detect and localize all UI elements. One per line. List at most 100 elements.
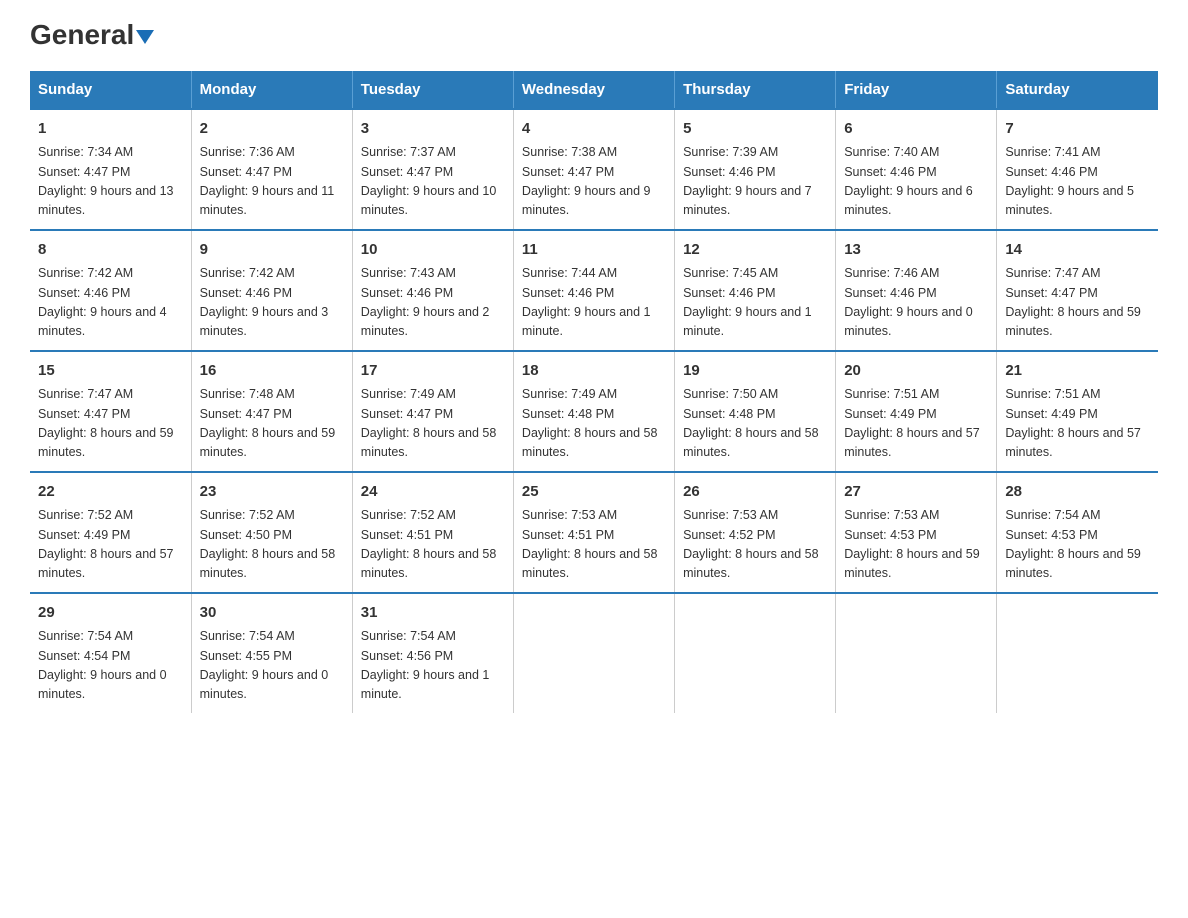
header-cell-thursday: Thursday — [675, 71, 836, 109]
day-cell: 3Sunrise: 7:37 AMSunset: 4:47 PMDaylight… — [352, 109, 513, 230]
day-cell: 17Sunrise: 7:49 AMSunset: 4:47 PMDayligh… — [352, 351, 513, 472]
day-info: Sunrise: 7:54 AMSunset: 4:53 PMDaylight:… — [1005, 506, 1150, 584]
day-cell: 11Sunrise: 7:44 AMSunset: 4:46 PMDayligh… — [513, 230, 674, 351]
day-number: 28 — [1005, 481, 1150, 504]
day-cell: 21Sunrise: 7:51 AMSunset: 4:49 PMDayligh… — [997, 351, 1158, 472]
day-number: 5 — [683, 118, 827, 141]
header-cell-wednesday: Wednesday — [513, 71, 674, 109]
day-number: 19 — [683, 360, 827, 383]
day-number: 2 — [200, 118, 344, 141]
day-info: Sunrise: 7:41 AMSunset: 4:46 PMDaylight:… — [1005, 143, 1150, 221]
day-info: Sunrise: 7:36 AMSunset: 4:47 PMDaylight:… — [200, 143, 344, 221]
logo: General — [30, 20, 154, 51]
day-info: Sunrise: 7:51 AMSunset: 4:49 PMDaylight:… — [1005, 385, 1150, 463]
day-number: 3 — [361, 118, 505, 141]
day-info: Sunrise: 7:39 AMSunset: 4:46 PMDaylight:… — [683, 143, 827, 221]
day-info: Sunrise: 7:49 AMSunset: 4:47 PMDaylight:… — [361, 385, 505, 463]
day-number: 20 — [844, 360, 988, 383]
day-cell: 20Sunrise: 7:51 AMSunset: 4:49 PMDayligh… — [836, 351, 997, 472]
day-number: 31 — [361, 602, 505, 625]
day-cell: 25Sunrise: 7:53 AMSunset: 4:51 PMDayligh… — [513, 472, 674, 593]
header-cell-friday: Friday — [836, 71, 997, 109]
day-number: 22 — [38, 481, 183, 504]
day-cell — [513, 593, 674, 713]
day-cell: 28Sunrise: 7:54 AMSunset: 4:53 PMDayligh… — [997, 472, 1158, 593]
day-info: Sunrise: 7:53 AMSunset: 4:53 PMDaylight:… — [844, 506, 988, 584]
day-cell: 12Sunrise: 7:45 AMSunset: 4:46 PMDayligh… — [675, 230, 836, 351]
week-row-3: 15Sunrise: 7:47 AMSunset: 4:47 PMDayligh… — [30, 351, 1158, 472]
day-cell: 26Sunrise: 7:53 AMSunset: 4:52 PMDayligh… — [675, 472, 836, 593]
day-number: 30 — [200, 602, 344, 625]
day-cell: 18Sunrise: 7:49 AMSunset: 4:48 PMDayligh… — [513, 351, 674, 472]
day-number: 12 — [683, 239, 827, 262]
day-cell — [997, 593, 1158, 713]
day-info: Sunrise: 7:54 AMSunset: 4:56 PMDaylight:… — [361, 627, 505, 705]
day-number: 16 — [200, 360, 344, 383]
day-info: Sunrise: 7:52 AMSunset: 4:49 PMDaylight:… — [38, 506, 183, 584]
day-cell — [675, 593, 836, 713]
day-info: Sunrise: 7:46 AMSunset: 4:46 PMDaylight:… — [844, 264, 988, 342]
day-cell: 27Sunrise: 7:53 AMSunset: 4:53 PMDayligh… — [836, 472, 997, 593]
day-number: 14 — [1005, 239, 1150, 262]
day-number: 11 — [522, 239, 666, 262]
day-info: Sunrise: 7:45 AMSunset: 4:46 PMDaylight:… — [683, 264, 827, 342]
day-number: 18 — [522, 360, 666, 383]
week-row-2: 8Sunrise: 7:42 AMSunset: 4:46 PMDaylight… — [30, 230, 1158, 351]
day-info: Sunrise: 7:42 AMSunset: 4:46 PMDaylight:… — [200, 264, 344, 342]
day-info: Sunrise: 7:47 AMSunset: 4:47 PMDaylight:… — [38, 385, 183, 463]
day-info: Sunrise: 7:54 AMSunset: 4:55 PMDaylight:… — [200, 627, 344, 705]
day-number: 24 — [361, 481, 505, 504]
day-cell: 24Sunrise: 7:52 AMSunset: 4:51 PMDayligh… — [352, 472, 513, 593]
day-cell: 15Sunrise: 7:47 AMSunset: 4:47 PMDayligh… — [30, 351, 191, 472]
day-info: Sunrise: 7:34 AMSunset: 4:47 PMDaylight:… — [38, 143, 183, 221]
day-cell: 13Sunrise: 7:46 AMSunset: 4:46 PMDayligh… — [836, 230, 997, 351]
header-cell-monday: Monday — [191, 71, 352, 109]
day-number: 23 — [200, 481, 344, 504]
day-info: Sunrise: 7:52 AMSunset: 4:51 PMDaylight:… — [361, 506, 505, 584]
day-cell: 22Sunrise: 7:52 AMSunset: 4:49 PMDayligh… — [30, 472, 191, 593]
day-cell: 1Sunrise: 7:34 AMSunset: 4:47 PMDaylight… — [30, 109, 191, 230]
day-info: Sunrise: 7:51 AMSunset: 4:49 PMDaylight:… — [844, 385, 988, 463]
day-number: 29 — [38, 602, 183, 625]
day-info: Sunrise: 7:47 AMSunset: 4:47 PMDaylight:… — [1005, 264, 1150, 342]
day-cell: 2Sunrise: 7:36 AMSunset: 4:47 PMDaylight… — [191, 109, 352, 230]
day-number: 10 — [361, 239, 505, 262]
day-info: Sunrise: 7:43 AMSunset: 4:46 PMDaylight:… — [361, 264, 505, 342]
day-info: Sunrise: 7:44 AMSunset: 4:46 PMDaylight:… — [522, 264, 666, 342]
day-cell: 8Sunrise: 7:42 AMSunset: 4:46 PMDaylight… — [30, 230, 191, 351]
day-info: Sunrise: 7:52 AMSunset: 4:50 PMDaylight:… — [200, 506, 344, 584]
day-number: 27 — [844, 481, 988, 504]
day-info: Sunrise: 7:50 AMSunset: 4:48 PMDaylight:… — [683, 385, 827, 463]
day-number: 21 — [1005, 360, 1150, 383]
day-number: 26 — [683, 481, 827, 504]
calendar-body: 1Sunrise: 7:34 AMSunset: 4:47 PMDaylight… — [30, 109, 1158, 713]
day-cell: 16Sunrise: 7:48 AMSunset: 4:47 PMDayligh… — [191, 351, 352, 472]
calendar-header: SundayMondayTuesdayWednesdayThursdayFrid… — [30, 71, 1158, 109]
day-cell: 7Sunrise: 7:41 AMSunset: 4:46 PMDaylight… — [997, 109, 1158, 230]
day-cell: 31Sunrise: 7:54 AMSunset: 4:56 PMDayligh… — [352, 593, 513, 713]
day-number: 4 — [522, 118, 666, 141]
day-cell: 4Sunrise: 7:38 AMSunset: 4:47 PMDaylight… — [513, 109, 674, 230]
day-number: 1 — [38, 118, 183, 141]
day-cell: 30Sunrise: 7:54 AMSunset: 4:55 PMDayligh… — [191, 593, 352, 713]
day-cell: 29Sunrise: 7:54 AMSunset: 4:54 PMDayligh… — [30, 593, 191, 713]
header-cell-tuesday: Tuesday — [352, 71, 513, 109]
week-row-5: 29Sunrise: 7:54 AMSunset: 4:54 PMDayligh… — [30, 593, 1158, 713]
day-cell: 10Sunrise: 7:43 AMSunset: 4:46 PMDayligh… — [352, 230, 513, 351]
week-row-4: 22Sunrise: 7:52 AMSunset: 4:49 PMDayligh… — [30, 472, 1158, 593]
header-cell-saturday: Saturday — [997, 71, 1158, 109]
day-number: 6 — [844, 118, 988, 141]
day-cell — [836, 593, 997, 713]
day-info: Sunrise: 7:53 AMSunset: 4:52 PMDaylight:… — [683, 506, 827, 584]
header-row: SundayMondayTuesdayWednesdayThursdayFrid… — [30, 71, 1158, 109]
day-info: Sunrise: 7:40 AMSunset: 4:46 PMDaylight:… — [844, 143, 988, 221]
day-info: Sunrise: 7:37 AMSunset: 4:47 PMDaylight:… — [361, 143, 505, 221]
calendar-table: SundayMondayTuesdayWednesdayThursdayFrid… — [30, 71, 1158, 713]
day-number: 9 — [200, 239, 344, 262]
day-cell: 14Sunrise: 7:47 AMSunset: 4:47 PMDayligh… — [997, 230, 1158, 351]
logo-line1: General — [30, 20, 154, 51]
day-cell: 19Sunrise: 7:50 AMSunset: 4:48 PMDayligh… — [675, 351, 836, 472]
day-info: Sunrise: 7:53 AMSunset: 4:51 PMDaylight:… — [522, 506, 666, 584]
page-header: General — [30, 20, 1158, 51]
day-info: Sunrise: 7:49 AMSunset: 4:48 PMDaylight:… — [522, 385, 666, 463]
